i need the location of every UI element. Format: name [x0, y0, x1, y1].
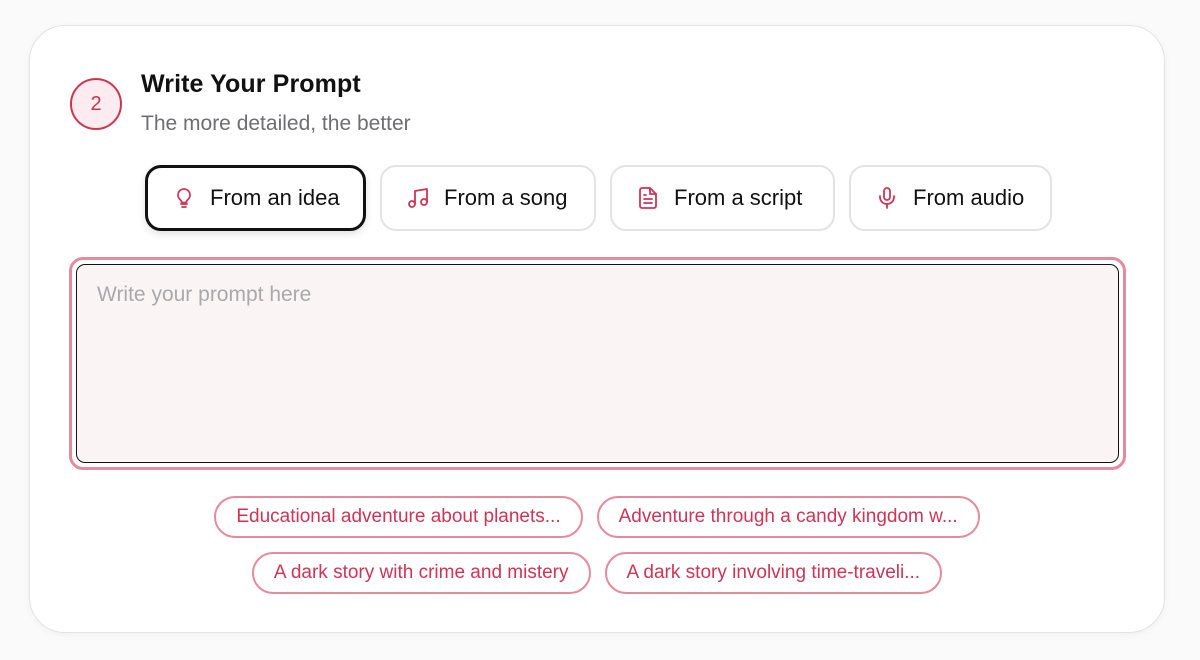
- mode-label: From audio: [913, 185, 1025, 210]
- suggestion-row: A dark story with crime and mistery A da…: [251, 552, 943, 594]
- suggestion-chip[interactable]: A dark story with crime and mistery: [251, 552, 591, 594]
- mode-from-idea-button[interactable]: From an idea: [145, 165, 366, 231]
- mode-from-script-button[interactable]: From a script: [610, 165, 835, 231]
- section-subtitle: The more detailed, the better: [141, 112, 411, 135]
- prompt-card: 2 Write Your Prompt The more detailed, t…: [29, 25, 1165, 633]
- mode-from-audio-button[interactable]: From audio: [849, 165, 1052, 231]
- prompt-textarea[interactable]: [76, 264, 1119, 463]
- mode-label: From an idea: [210, 185, 340, 210]
- suggestion-row: Educational adventure about planets... A…: [214, 496, 980, 538]
- prompt-mode-tabs: From an idea From a song From a script F…: [145, 165, 1052, 231]
- mode-from-song-button[interactable]: From a song: [380, 165, 596, 231]
- suggestion-chip[interactable]: A dark story involving time-traveli...: [604, 552, 943, 594]
- lightbulb-icon: [172, 186, 196, 210]
- mode-label: From a script: [674, 185, 803, 210]
- music-note-icon: [406, 186, 430, 210]
- document-icon: [636, 186, 660, 210]
- suggestion-chip[interactable]: Educational adventure about planets...: [214, 496, 583, 538]
- suggestion-chip[interactable]: Adventure through a candy kingdom w...: [596, 496, 980, 538]
- mode-label: From a song: [444, 185, 568, 210]
- prompt-suggestions: Educational adventure about planets... A…: [30, 496, 1164, 594]
- step-number-badge: 2: [70, 78, 122, 130]
- prompt-input-focus-ring: [69, 257, 1126, 470]
- section-title: Write Your Prompt: [141, 70, 361, 98]
- microphone-icon: [875, 186, 899, 210]
